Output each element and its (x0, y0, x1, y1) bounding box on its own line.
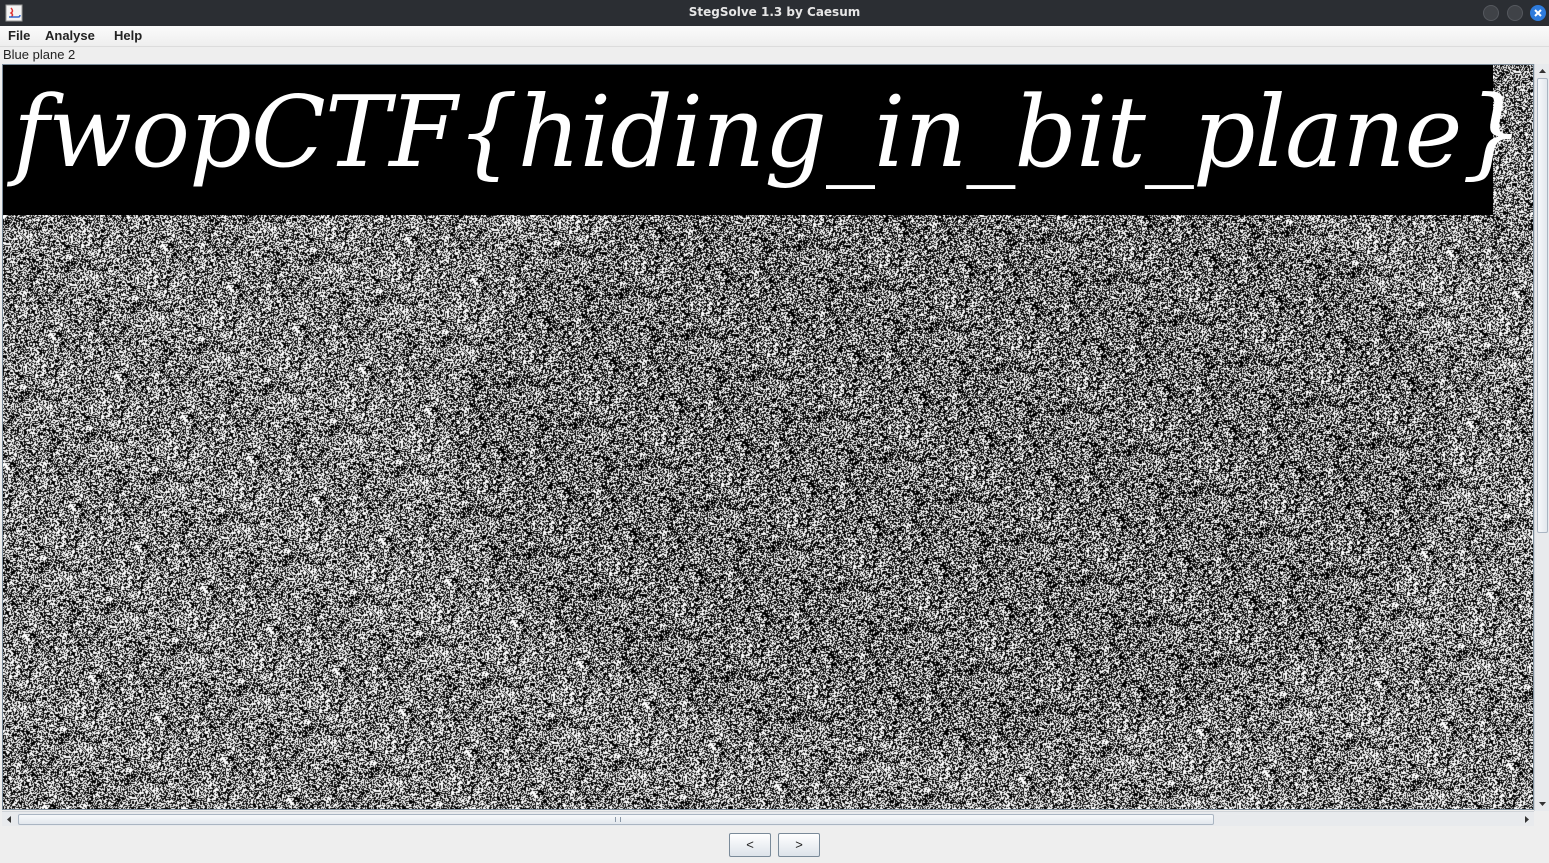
plane-label: Blue plane 2 (3, 47, 76, 62)
window-title: StegSolve 1.3 by Caesum (688, 5, 861, 19)
previous-plane-button[interactable]: < (729, 833, 771, 857)
close-button[interactable] (1530, 5, 1546, 21)
horizontal-scrollbar[interactable] (2, 811, 1534, 826)
scroll-grip-icon (615, 817, 621, 822)
next-plane-button[interactable]: > (778, 833, 820, 857)
maximize-button[interactable] (1507, 5, 1523, 21)
image-viewport[interactable]: fwopCTF{hiding_in_bit_plane} (2, 64, 1534, 810)
scroll-corner (1534, 811, 1549, 826)
vertical-scroll-thumb[interactable] (1537, 78, 1548, 533)
scroll-right-arrow-icon[interactable] (1520, 812, 1534, 827)
horizontal-scroll-thumb[interactable] (18, 814, 1214, 825)
menu-file[interactable]: File (8, 28, 30, 43)
menu-analyse[interactable]: Analyse (45, 28, 95, 43)
window-title-bar: StegSolve 1.3 by Caesum (0, 0, 1549, 26)
menu-help[interactable]: Help (114, 28, 142, 43)
hidden-flag-text: fwopCTF{hiding_in_bit_plane} (13, 76, 1524, 190)
menu-bar: File Analyse Help (0, 26, 1549, 47)
flag-banner: fwopCTF{hiding_in_bit_plane} (3, 65, 1524, 215)
minimize-button[interactable] (1483, 5, 1499, 21)
scroll-down-arrow-icon[interactable] (1535, 797, 1549, 811)
scroll-left-arrow-icon[interactable] (2, 812, 16, 827)
vertical-scrollbar[interactable] (1534, 64, 1549, 811)
close-icon (1534, 9, 1542, 17)
scroll-up-arrow-icon[interactable] (1535, 64, 1549, 78)
